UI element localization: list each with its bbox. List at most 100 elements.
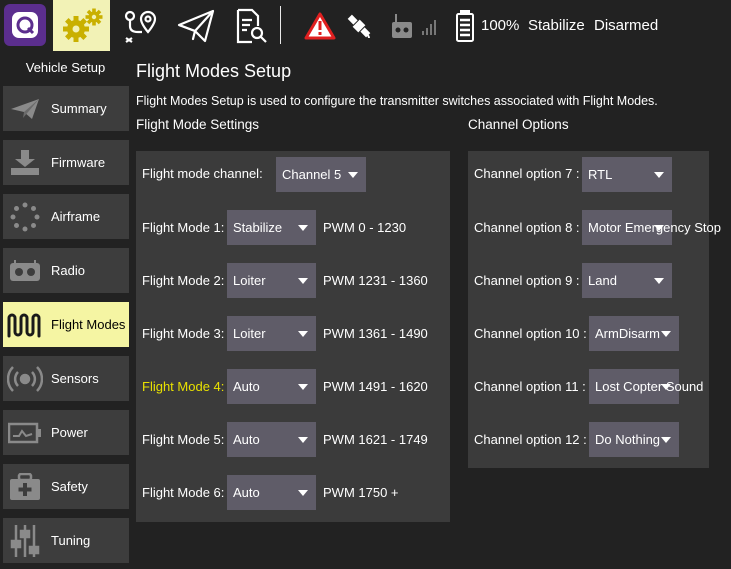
sidebar-item-label: Radio [51, 263, 85, 278]
flight-mode-6-select[interactable]: Auto [227, 475, 316, 510]
flight-mode-channel-label: Flight mode channel: [142, 166, 263, 181]
channel-option-8-select[interactable]: Motor Emergency Stop [582, 210, 721, 245]
sidebar-title: Vehicle Setup [25, 60, 106, 75]
flight-mode-1-select[interactable]: Stabilize [227, 210, 316, 245]
sidebar-item-airframe[interactable]: Airframe [3, 194, 129, 239]
arm-state-indicator[interactable]: Disarmed [594, 0, 658, 51]
page-title: Flight Modes Setup [136, 61, 292, 81]
sidebar-item-label: Airframe [51, 209, 101, 224]
channel-option-12-select[interactable]: Do Nothing [589, 422, 679, 457]
fly-paper-plane-icon[interactable] [172, 0, 220, 51]
sidebar-item-radio[interactable]: Radio [3, 248, 129, 293]
power-graph-icon [3, 410, 47, 455]
flight-mode-5-select[interactable]: Auto [227, 422, 316, 457]
chevron-down-icon [298, 331, 308, 337]
sidebar-item-tuning[interactable]: Tuning [3, 518, 129, 563]
flight-mode-2-pwm: PWM 1231 - 1360 [323, 273, 428, 288]
flight-mode-2-select[interactable]: Loiter [227, 263, 316, 298]
flight-mode-1-label: Flight Mode 1: [142, 220, 225, 235]
download-icon [3, 140, 47, 185]
flight-mode-1-pwm: PWM 0 - 1230 [323, 220, 407, 235]
signal-bars-icon [418, 0, 442, 51]
sidebar-item-label: Summary [51, 101, 107, 116]
chevron-down-icon [661, 437, 671, 443]
channel-option-9-select[interactable]: Land [582, 263, 672, 298]
sidebar-item-label: Firmware [51, 155, 106, 170]
chevron-down-icon [298, 490, 308, 496]
channel-option-8-label: Channel option 8 : [474, 220, 580, 235]
sensors-icon [3, 356, 47, 401]
channel-option-7-label: Channel option 7 : [474, 166, 580, 181]
warning-icon[interactable] [302, 0, 338, 51]
safety-kit-icon [3, 464, 47, 509]
combo-value: Land [588, 273, 617, 288]
flight-mode-5-label: Flight Mode 5: [142, 432, 225, 447]
channel-option-11-label: Channel option 11 : [474, 379, 586, 394]
chevron-down-icon [348, 172, 358, 178]
combo-value: Auto [233, 432, 260, 447]
chevron-down-icon [661, 384, 671, 390]
chevron-down-icon [298, 384, 308, 390]
app-logo-icon[interactable] [4, 4, 46, 46]
combo-value: Loiter [233, 273, 266, 288]
sidebar-item-firmware[interactable]: Firmware [3, 140, 129, 185]
sliders-icon [3, 518, 47, 563]
flight-mode-indicator[interactable]: Stabilize [528, 0, 585, 51]
paper-plane-icon [3, 86, 47, 131]
channel-option-7-select[interactable]: RTL [582, 157, 672, 192]
sidebar-item-label: Power [51, 425, 88, 440]
combo-value: Loiter [233, 326, 266, 341]
chevron-down-icon [654, 172, 664, 178]
chevron-down-icon [654, 278, 664, 284]
radio-icon [3, 248, 47, 293]
sidebar-item-label: Sensors [51, 371, 99, 386]
analyze-document-icon[interactable] [228, 0, 274, 51]
sidebar-item-power[interactable]: Power [3, 410, 129, 455]
flight-mode-4-pwm: PWM 1491 - 1620 [323, 379, 428, 394]
channel-option-10-label: Channel option 10 : [474, 326, 587, 341]
plan-route-icon[interactable] [116, 0, 164, 51]
chevron-down-icon [661, 331, 671, 337]
flight-mode-3-select[interactable]: Loiter [227, 316, 316, 351]
toolbar-separator [280, 6, 281, 44]
sidebar-item-label: Tuning [51, 533, 91, 548]
sidebar-item-summary[interactable]: Summary [3, 86, 129, 131]
channel-option-11-select[interactable]: Lost Copter Sound [589, 369, 703, 404]
flight-mode-settings-header: Flight Mode Settings [136, 117, 260, 132]
chevron-down-icon [298, 437, 308, 443]
combo-value: Lost Copter Sound [595, 379, 704, 394]
page-description: Flight Modes Setup is used to configure … [136, 94, 658, 108]
flight-mode-channel-select[interactable]: Channel 5 [276, 157, 366, 192]
sidebar-item-label: Flight Modes [51, 317, 126, 332]
settings-gears-icon[interactable] [53, 0, 110, 51]
combo-value: ArmDisarm [595, 326, 660, 341]
flight-mode-6-pwm: PWM 1750 + [323, 485, 399, 500]
combo-value: Do Nothing [595, 432, 661, 447]
combo-value: Auto [233, 379, 260, 394]
sidebar-item-sensors[interactable]: Sensors [3, 356, 129, 401]
battery-icon[interactable] [452, 0, 478, 51]
wave-icon [3, 302, 47, 347]
combo-value: Stabilize [233, 220, 283, 235]
flight-mode-3-label: Flight Mode 3: [142, 326, 225, 341]
top-toolbar: 100% Stabilize Disarmed [0, 0, 731, 51]
airframe-dots-icon [3, 194, 47, 239]
channel-option-9-label: Channel option 9 : [474, 273, 580, 288]
channel-option-10-select[interactable]: ArmDisarm [589, 316, 679, 351]
gps-satellite-icon[interactable] [341, 0, 377, 51]
flight-mode-4-select[interactable]: Auto [227, 369, 316, 404]
combo-value: RTL [588, 167, 613, 182]
sidebar-item-flight-modes[interactable]: Flight Modes [3, 302, 129, 347]
rc-transmitter-icon[interactable] [388, 0, 416, 51]
chevron-down-icon [298, 278, 308, 284]
combo-value: Auto [233, 485, 260, 500]
battery-percent[interactable]: 100% [481, 0, 519, 51]
combo-value: Channel 5 [282, 167, 342, 182]
chevron-down-icon [298, 225, 308, 231]
channel-options-header: Channel Options [468, 117, 569, 132]
flight-mode-4-label: Flight Mode 4: [142, 379, 225, 394]
sidebar-item-label: Safety [51, 479, 88, 494]
sidebar-item-safety[interactable]: Safety [3, 464, 129, 509]
chevron-down-icon [654, 225, 664, 231]
flight-mode-6-label: Flight Mode 6: [142, 485, 225, 500]
